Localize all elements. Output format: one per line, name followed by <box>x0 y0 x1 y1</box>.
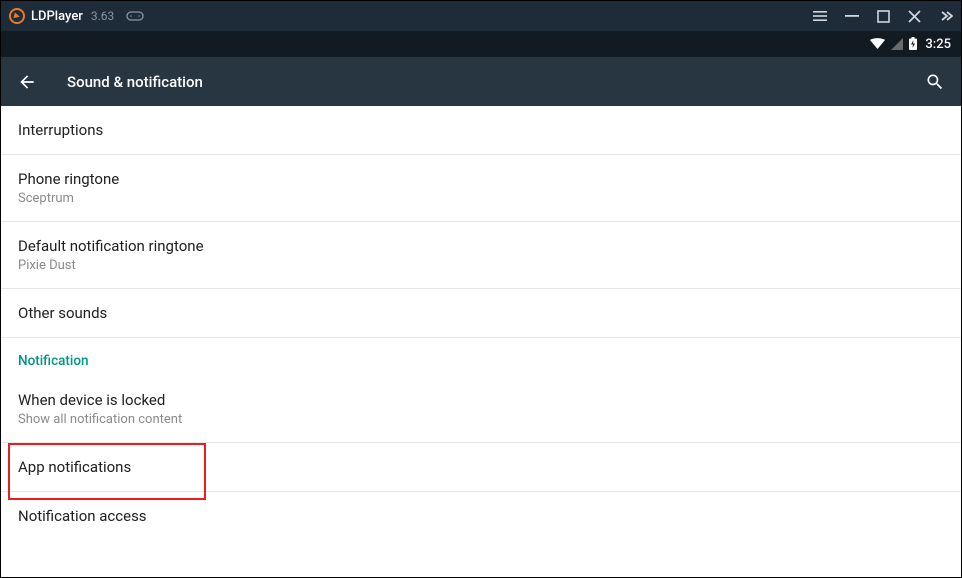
android-statusbar: 3:25 <box>1 31 961 57</box>
titlebar-left: LDPlayer 3.63 <box>9 8 144 24</box>
expand-button[interactable] <box>939 9 953 23</box>
item-subtitle: Pixie Dust <box>18 258 944 273</box>
minimize-button[interactable] <box>845 9 859 23</box>
appbar: Sound & notification <box>1 57 961 106</box>
wifi-icon <box>870 35 885 54</box>
search-button[interactable] <box>925 72 945 92</box>
item-title: Other sounds <box>18 304 944 322</box>
status-time: 3:25 <box>925 37 951 52</box>
settings-item-other-sounds[interactable]: Other sounds <box>1 289 961 338</box>
app-version: 3.63 <box>91 9 114 23</box>
app-name: LDPlayer <box>31 9 83 24</box>
settings-item-interruptions[interactable]: Interruptions <box>1 106 961 155</box>
maximize-button[interactable] <box>877 10 890 23</box>
item-subtitle: Show all notification content <box>18 412 944 427</box>
item-subtitle: Sceptrum <box>18 191 944 206</box>
settings-item-app-notifications[interactable]: App notifications <box>1 443 961 492</box>
close-button[interactable] <box>908 10 921 23</box>
settings-item-default-notification-ringtone[interactable]: Default notification ringtone Pixie Dust <box>1 222 961 289</box>
page-title: Sound & notification <box>67 73 203 91</box>
item-title: App notifications <box>18 458 944 476</box>
titlebar-controls <box>813 9 953 23</box>
ldplayer-logo-icon <box>9 8 25 24</box>
item-title: Interruptions <box>18 121 944 139</box>
menu-button[interactable] <box>813 9 827 23</box>
back-button[interactable] <box>17 72 37 92</box>
item-title: When device is locked <box>18 391 944 409</box>
section-header-notification: Notification <box>1 338 961 376</box>
settings-list: Interruptions Phone ringtone Sceptrum De… <box>1 106 961 540</box>
item-title: Notification access <box>18 507 944 525</box>
settings-item-phone-ringtone[interactable]: Phone ringtone Sceptrum <box>1 155 961 222</box>
settings-item-when-device-locked[interactable]: When device is locked Show all notificat… <box>1 376 961 443</box>
settings-item-notification-access[interactable]: Notification access <box>1 492 961 540</box>
signal-icon <box>891 35 903 54</box>
titlebar: LDPlayer 3.63 <box>1 1 961 31</box>
item-title: Phone ringtone <box>18 170 944 188</box>
controller-icon <box>126 10 144 22</box>
item-title: Default notification ringtone <box>18 237 944 255</box>
battery-charging-icon <box>909 35 917 54</box>
